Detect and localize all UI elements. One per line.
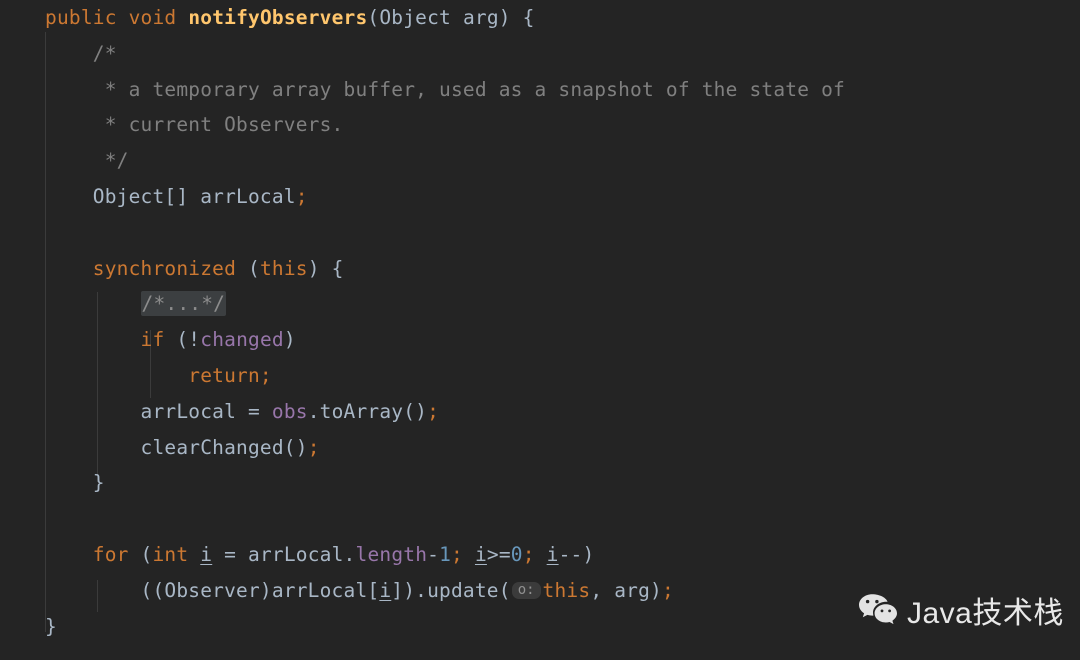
code-token-kw: synchronized <box>92 256 237 280</box>
code-token-num: 0 <box>510 543 523 566</box>
code-token-plain: , arg) <box>590 578 662 602</box>
code-token-semi: ; <box>295 185 308 208</box>
code-token-semi: ; <box>522 543 535 566</box>
line-blank-1[interactable] <box>45 218 57 248</box>
line-close-sync[interactable]: } <box>45 468 105 498</box>
code-token-num: 1 <box>439 543 452 566</box>
code-token-local: i <box>379 578 392 602</box>
code-token-plain: >= <box>486 543 511 566</box>
line-if-changed[interactable]: if (!changed) <box>45 325 296 355</box>
code-token-kw: this <box>259 256 308 280</box>
code-token-semi: ; <box>259 364 272 387</box>
code-token-plain: } <box>45 471 105 495</box>
folded-comment-chip[interactable]: /*...*/ <box>140 291 227 317</box>
parameter-hint-chip[interactable]: o: <box>511 581 541 599</box>
code-token-field: changed <box>200 328 284 352</box>
line-comment-body-2[interactable]: * current Observers. <box>45 110 344 140</box>
code-token-local: i <box>546 543 559 566</box>
line-declare-arrlocal[interactable]: Object[] arrLocal; <box>45 182 308 212</box>
code-token-local: i <box>474 543 487 566</box>
code-token-semi: ; <box>307 435 320 459</box>
code-token-plain: (Object arg) { <box>367 6 535 29</box>
code-token-plain: ((Observer)arrLocal[ <box>45 578 380 602</box>
code-token-comment: * a temporary array buffer, used as a sn… <box>45 77 845 101</box>
code-token-kw: void <box>128 6 177 29</box>
line-method-signature[interactable]: public void notifyObservers(Object arg) … <box>45 3 535 33</box>
line-arrlocal-toarray[interactable]: arrLocal = obs.toArray(); <box>45 397 439 427</box>
line-synchronized[interactable]: synchronized (this) { <box>45 254 344 284</box>
code-token-plain: ) { <box>307 256 344 280</box>
line-update-call[interactable]: ((Observer)arrLocal[i]).update(o: this, a… <box>45 576 674 606</box>
code-token-comment: /* <box>45 41 117 65</box>
line-return[interactable]: return; <box>45 361 272 391</box>
code-token-plain: } <box>45 614 57 638</box>
wechat-icon <box>858 593 898 627</box>
code-token-field: length <box>355 543 428 566</box>
watermark: Java技术栈 <box>858 588 1064 632</box>
code-token-semi: ; <box>661 578 674 602</box>
code-token-field: obs <box>271 399 308 423</box>
line-blank-2[interactable] <box>45 504 57 534</box>
code-token-comment: * current Observers. <box>45 113 344 137</box>
code-token-plain: arrLocal = <box>45 399 272 423</box>
code-token-kw: if <box>140 328 165 352</box>
code-editor-surface[interactable]: public void notifyObservers(Object arg) … <box>0 0 1080 660</box>
code-token-plain: clearChanged() <box>45 435 308 459</box>
line-clearchanged[interactable]: clearChanged(); <box>45 433 320 463</box>
code-token-plain: ) <box>283 328 296 352</box>
code-token-plain: (! <box>164 328 201 352</box>
line-comment-open[interactable]: /* <box>45 39 117 69</box>
line-comment-close[interactable]: */ <box>45 146 129 176</box>
code-token-plain: --) <box>558 543 595 566</box>
code-token-plain: ( <box>128 543 153 566</box>
code-token-kw: this <box>542 578 591 602</box>
code-token-semi: ; <box>451 543 463 566</box>
line-for-loop[interactable]: for (int i = arrLocal.length-1; i>=0; i-… <box>45 540 594 570</box>
code-token-plain: ( <box>236 256 260 280</box>
code-editor-screenshot: public void notifyObservers(Object arg) … <box>0 0 1080 660</box>
code-token-plain: - <box>427 543 440 566</box>
watermark-label: Java技术栈 <box>907 597 1064 630</box>
code-token-plain: Object[] arrLocal <box>45 185 296 208</box>
code-token-kw: public <box>45 6 117 29</box>
code-token-plain: .toArray() <box>307 399 428 423</box>
code-token-kw: return <box>188 364 260 387</box>
code-token-comment: */ <box>45 149 129 173</box>
code-token-kw: int <box>152 543 189 566</box>
code-token-plain: = arrLocal. <box>212 543 356 566</box>
code-token-kw: for <box>92 543 129 566</box>
code-token-local: i <box>200 543 213 566</box>
line-comment-body-1[interactable]: * a temporary array buffer, used as a sn… <box>45 75 845 105</box>
line-folded-comment[interactable]: /*...*/ <box>45 289 227 319</box>
line-close-method[interactable]: } <box>45 612 57 642</box>
code-token-semi: ; <box>427 399 440 423</box>
code-token-method: notifyObservers <box>188 6 368 29</box>
code-token-plain: ]).update( <box>391 578 511 602</box>
